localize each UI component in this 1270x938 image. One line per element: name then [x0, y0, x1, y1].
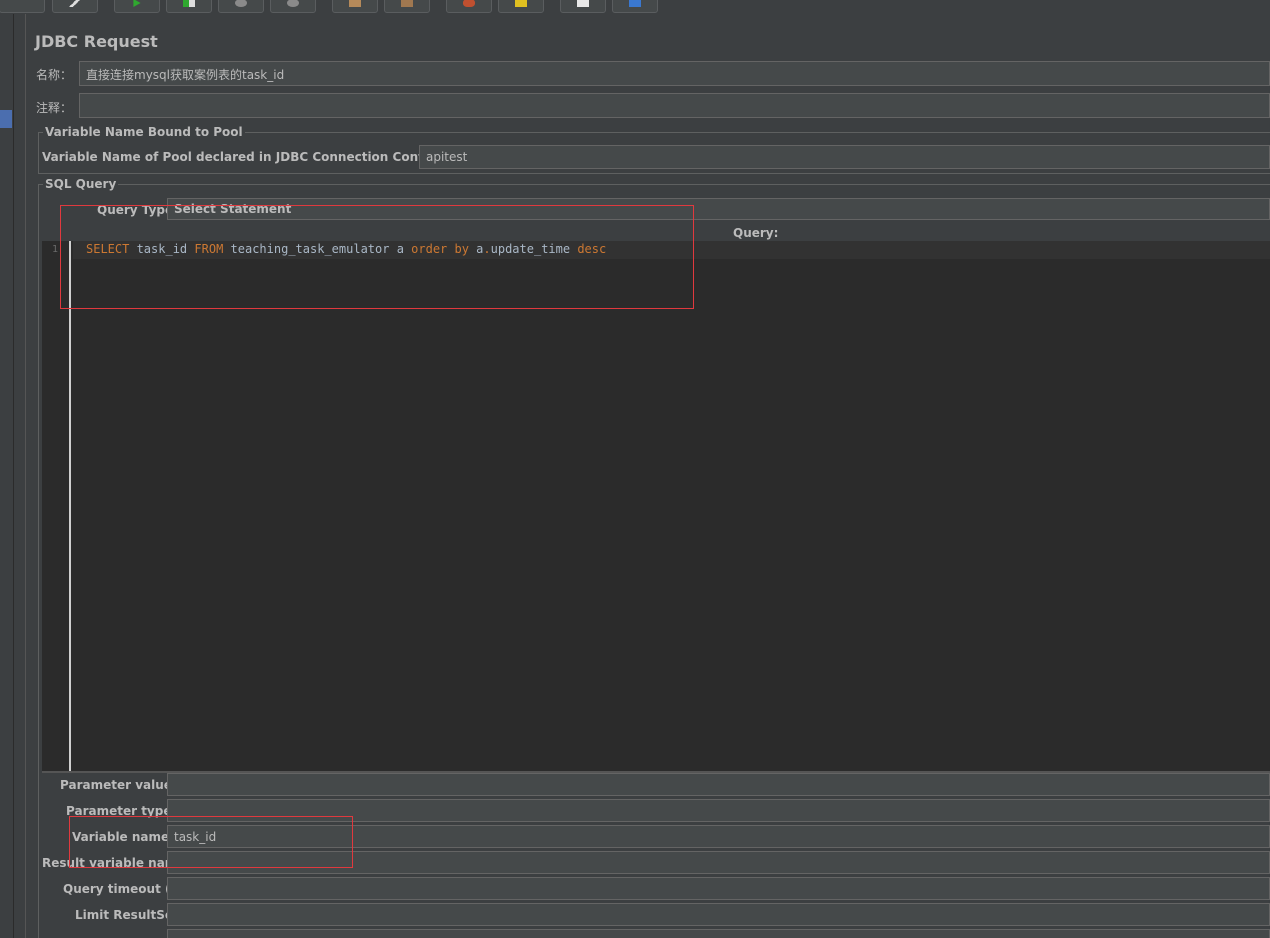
highlight-box [69, 816, 353, 868]
edit-icon[interactable] [52, 0, 98, 13]
limit-resultset-field[interactable] [167, 903, 1270, 926]
search-icon[interactable] [446, 0, 492, 13]
toolbar-button[interactable] [0, 0, 45, 13]
name-field[interactable]: 直接连接mysql获取案例表的task_id [79, 61, 1270, 86]
highlight-box [60, 205, 694, 309]
selected-tree-node[interactable] [0, 110, 12, 128]
parameter-values-label: Parameter values: [60, 778, 184, 792]
stop-icon[interactable] [218, 0, 264, 13]
pool-variable-field[interactable]: apitest [419, 145, 1270, 169]
name-label: 名称： [36, 68, 73, 82]
parameter-values-field[interactable] [167, 773, 1270, 796]
comment-field[interactable] [79, 93, 1270, 118]
shutdown-icon[interactable] [270, 0, 316, 13]
sql-editor[interactable]: 1 SELECT task_id FROM teaching_task_emul… [42, 241, 1270, 771]
jdbc-request-panel: JDBC Request 名称： 直接连接mysql获取案例表的task_id … [26, 14, 1270, 938]
query-header: Query: [733, 226, 779, 240]
reset-search-icon[interactable] [498, 0, 544, 13]
query-timeout-field[interactable] [167, 877, 1270, 900]
handle-resultset-field[interactable] [167, 929, 1270, 938]
line-number: 1 [52, 244, 59, 255]
pool-group-title: Variable Name Bound to Pool [43, 125, 245, 139]
start-no-pause-icon[interactable] [166, 0, 212, 13]
page-title: JDBC Request [35, 32, 158, 51]
clear-icon[interactable] [332, 0, 378, 13]
split-pane-divider[interactable] [14, 14, 36, 938]
toolbar [0, 0, 1270, 14]
line-gutter: 1 [42, 241, 71, 771]
sql-query-group-title: SQL Query [43, 177, 119, 191]
help-icon[interactable] [612, 0, 658, 13]
function-helper-icon[interactable] [560, 0, 606, 13]
start-icon[interactable] [114, 0, 160, 13]
tree-panel-edge [0, 14, 14, 938]
clear-all-icon[interactable] [384, 0, 430, 13]
comment-label: 注释： [36, 101, 73, 115]
